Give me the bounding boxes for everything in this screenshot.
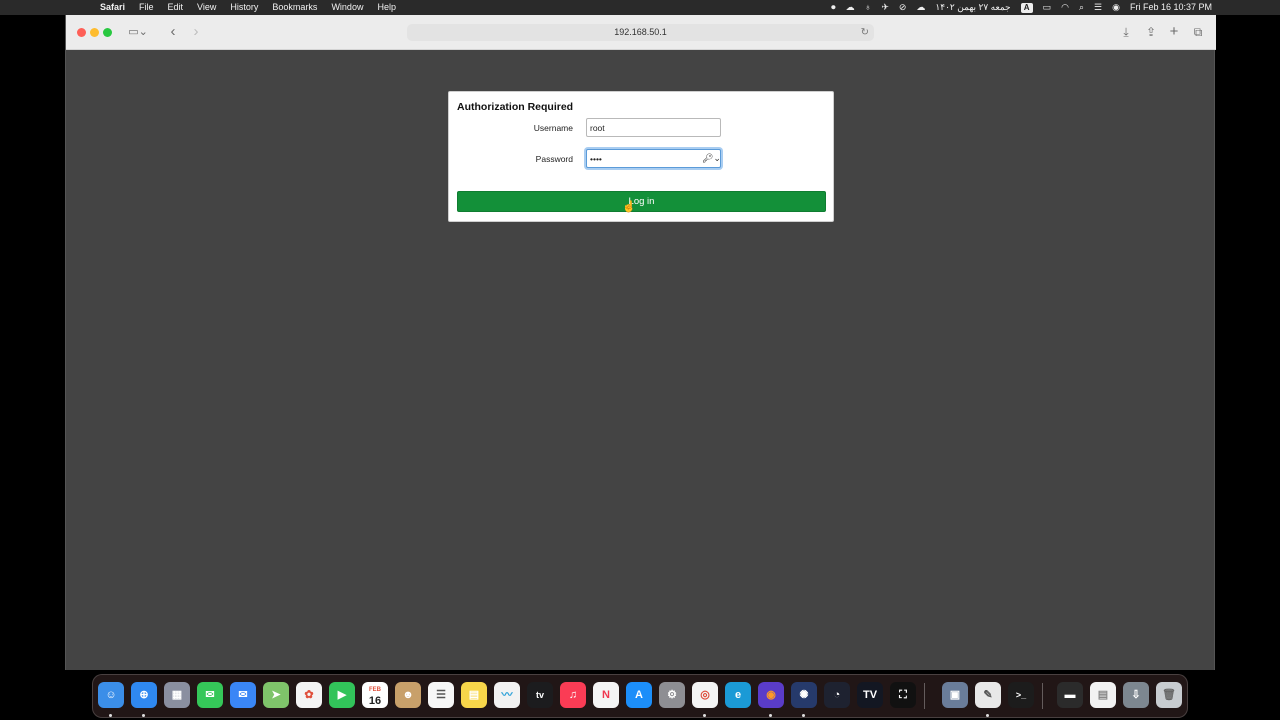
textedit-running-indicator bbox=[986, 714, 989, 717]
input-source-badge[interactable]: A bbox=[1020, 2, 1033, 13]
share-icon[interactable]: ⇪ bbox=[1143, 24, 1159, 40]
reload-icon[interactable]: ↻ bbox=[861, 24, 869, 41]
menu-file[interactable]: File bbox=[139, 0, 154, 15]
address-bar[interactable]: 192.168.50.1 ↻ bbox=[407, 24, 874, 41]
username-input[interactable] bbox=[586, 118, 721, 137]
username-label: Username bbox=[533, 123, 573, 133]
news-icon[interactable]: N bbox=[593, 682, 619, 708]
dock: ☺ ⊕ ▦ ✉ ✉ ➤ ✿ ▶ FEB 16 ☻ ☰ ▤ 〰 tv ♫ N A ⚙… bbox=[92, 674, 1188, 718]
launchpad-icon[interactable]: ▦ bbox=[164, 682, 190, 708]
form-title: Authorization Required bbox=[457, 101, 574, 113]
music-icon[interactable]: ♫ bbox=[560, 682, 586, 708]
siri-icon[interactable]: ◉ bbox=[1112, 0, 1120, 15]
password-input[interactable] bbox=[586, 149, 721, 168]
chatgpt-running-indicator bbox=[802, 714, 805, 717]
downloads-icon[interactable]: ⤓ bbox=[1118, 24, 1134, 40]
forward-button[interactable]: › bbox=[188, 24, 204, 40]
rocket-icon[interactable]: ✈ bbox=[881, 0, 889, 15]
weather-icon[interactable]: ☁ bbox=[916, 0, 925, 15]
password-label: Password bbox=[535, 154, 573, 164]
mail-icon[interactable]: ✉ bbox=[230, 682, 256, 708]
speedtest-icon[interactable]: ◔ bbox=[824, 682, 850, 708]
finder-running-indicator bbox=[109, 714, 112, 717]
menu-bookmarks[interactable]: Bookmarks bbox=[272, 0, 317, 15]
menu-help[interactable]: Help bbox=[377, 0, 396, 15]
facetime-icon[interactable]: ▶ bbox=[329, 682, 355, 708]
wifi-icon[interactable]: ◠ bbox=[1061, 0, 1069, 15]
maps-icon[interactable]: ➤ bbox=[263, 682, 289, 708]
safari-running-indicator bbox=[142, 714, 145, 717]
contacts-icon[interactable]: ☻ bbox=[395, 682, 421, 708]
login-form: Authorization Required Username Password… bbox=[448, 91, 834, 222]
system-settings-icon[interactable]: ⚙ bbox=[659, 682, 685, 708]
control-center-icon[interactable]: ☰ bbox=[1094, 0, 1102, 15]
tradingview-icon[interactable]: TV bbox=[857, 682, 883, 708]
chrome-running-indicator bbox=[703, 714, 706, 717]
dock-separator bbox=[924, 683, 925, 709]
persian-date[interactable]: جمعه ۲۷ بهمن ۱۴۰۲ bbox=[935, 0, 1010, 15]
messages-icon[interactable]: ✉ bbox=[197, 682, 223, 708]
safari-window: ▭⌄ ‹ › 192.168.50.1 ↻ ⤓ ⇪ + ⧉ Authorizat… bbox=[65, 15, 1216, 670]
edge-icon[interactable]: e bbox=[725, 682, 751, 708]
window-minimize-button[interactable] bbox=[90, 28, 99, 37]
menu-view[interactable]: View bbox=[197, 0, 216, 15]
mouse-pointer-icon: ☝ bbox=[622, 201, 636, 213]
login-button[interactable]: Log in bbox=[457, 191, 826, 212]
menu-bar: Safari File Edit View History Bookmarks … bbox=[0, 0, 1280, 15]
menu-history[interactable]: History bbox=[230, 0, 258, 15]
menu-window[interactable]: Window bbox=[331, 0, 363, 15]
safari-icon[interactable]: ⊕ bbox=[131, 682, 157, 708]
photos-icon[interactable]: ✿ bbox=[296, 682, 322, 708]
menu-app-safari[interactable]: Safari bbox=[100, 0, 125, 15]
terminal-icon[interactable]: >_ bbox=[1008, 682, 1034, 708]
password-key-icon[interactable]: 🔑︎⌄ bbox=[702, 153, 721, 164]
firefox-icon[interactable]: ◉ bbox=[758, 682, 784, 708]
url-text: 192.168.50.1 bbox=[614, 27, 667, 37]
chrome-icon[interactable]: ◎ bbox=[692, 682, 718, 708]
spotlight-search-icon[interactable]: ⌕ bbox=[1079, 0, 1084, 15]
calendar-icon[interactable]: FEB 16 bbox=[362, 682, 388, 708]
freeform-icon[interactable]: 〰 bbox=[494, 682, 520, 708]
notes-icon[interactable]: ▤ bbox=[461, 682, 487, 708]
finder-icon[interactable]: ☺ bbox=[98, 682, 124, 708]
vpn-icon[interactable]: ⊘ bbox=[899, 0, 907, 15]
preview-icon[interactable]: ▣ bbox=[942, 682, 968, 708]
dock-separator-2 bbox=[1042, 683, 1043, 709]
calendar-day: 16 bbox=[368, 695, 382, 707]
back-button[interactable]: ‹ bbox=[165, 24, 181, 40]
window-zoom-button[interactable] bbox=[103, 28, 112, 37]
app-store-icon[interactable]: A bbox=[626, 682, 652, 708]
downloads-stack-icon[interactable]: ⇩ bbox=[1123, 682, 1149, 708]
cloud-icon[interactable]: ☁ bbox=[846, 0, 855, 15]
firefox-running-indicator bbox=[769, 714, 772, 717]
trash-icon[interactable]: 🗑︎ bbox=[1156, 682, 1182, 708]
tab-overview-icon[interactable]: ⧉ bbox=[1190, 24, 1206, 40]
screenshot-icon[interactable]: ⛶ bbox=[890, 682, 916, 708]
battery-icon[interactable]: ▭ bbox=[1043, 0, 1052, 15]
new-tab-button[interactable]: + bbox=[1166, 24, 1182, 40]
textedit-icon[interactable]: ✎ bbox=[975, 682, 1001, 708]
apple-tv-icon[interactable]: tv bbox=[527, 682, 553, 708]
browser-toolbar: ▭⌄ ‹ › 192.168.50.1 ↻ ⤓ ⇪ + ⧉ bbox=[66, 15, 1216, 50]
menu-edit[interactable]: Edit bbox=[168, 0, 184, 15]
record-icon[interactable]: ⏺ bbox=[831, 0, 836, 15]
window-close-button[interactable] bbox=[77, 28, 86, 37]
minimized-window-icon[interactable]: ▬ bbox=[1057, 682, 1083, 708]
podcast-icon[interactable]: ♁ bbox=[865, 0, 872, 15]
reminders-icon[interactable]: ☰ bbox=[428, 682, 454, 708]
sidebar-toggle-icon[interactable]: ▭⌄ bbox=[126, 24, 150, 40]
menubar-clock[interactable]: Fri Feb 16 10:37 PM bbox=[1130, 0, 1212, 15]
documents-stack-icon[interactable]: ▤ bbox=[1090, 682, 1116, 708]
chatgpt-icon[interactable]: ✺ bbox=[791, 682, 817, 708]
